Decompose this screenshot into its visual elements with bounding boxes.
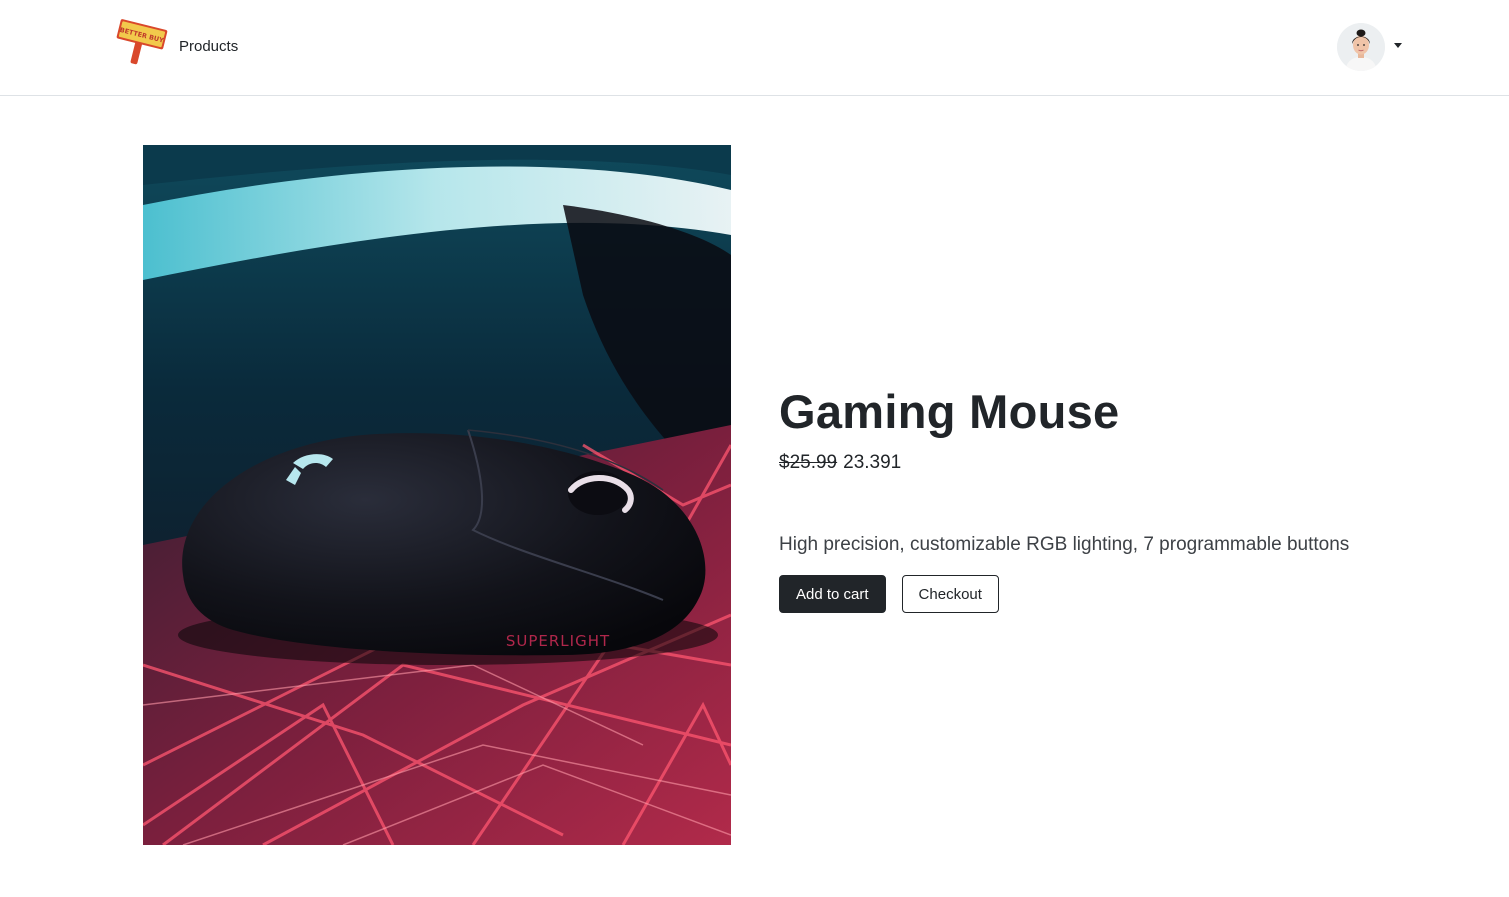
product-description: High precision, customizable RGB lightin… — [779, 534, 1350, 555]
top-navbar: BETTER BUY Products — [0, 0, 1509, 96]
price-row: $25.99 23.391 — [779, 450, 1419, 476]
hammer-sign-icon: BETTER BUY — [116, 19, 168, 65]
chevron-down-icon — [1394, 43, 1402, 48]
nav-products-link[interactable]: Products — [179, 38, 238, 55]
add-to-cart-button[interactable]: Add to cart — [779, 575, 886, 613]
checkout-button[interactable]: Checkout — [901, 575, 999, 613]
brand-logo[interactable]: BETTER BUY — [113, 18, 171, 66]
sale-price: 23.391 — [843, 452, 902, 473]
product-info-panel: Gaming Mouse $25.99 23.391 High precision… — [779, 384, 1419, 613]
product-image: SUPERLIGHT — [143, 145, 731, 845]
user-menu-dropdown[interactable] — [1337, 23, 1407, 73]
user-avatar — [1337, 23, 1385, 71]
action-buttons: Add to cart Checkout — [779, 575, 1419, 613]
original-price: $25.99 — [779, 452, 838, 473]
svg-text:SUPERLIGHT: SUPERLIGHT — [506, 632, 610, 650]
product-title: Gaming Mouse — [779, 385, 1120, 438]
